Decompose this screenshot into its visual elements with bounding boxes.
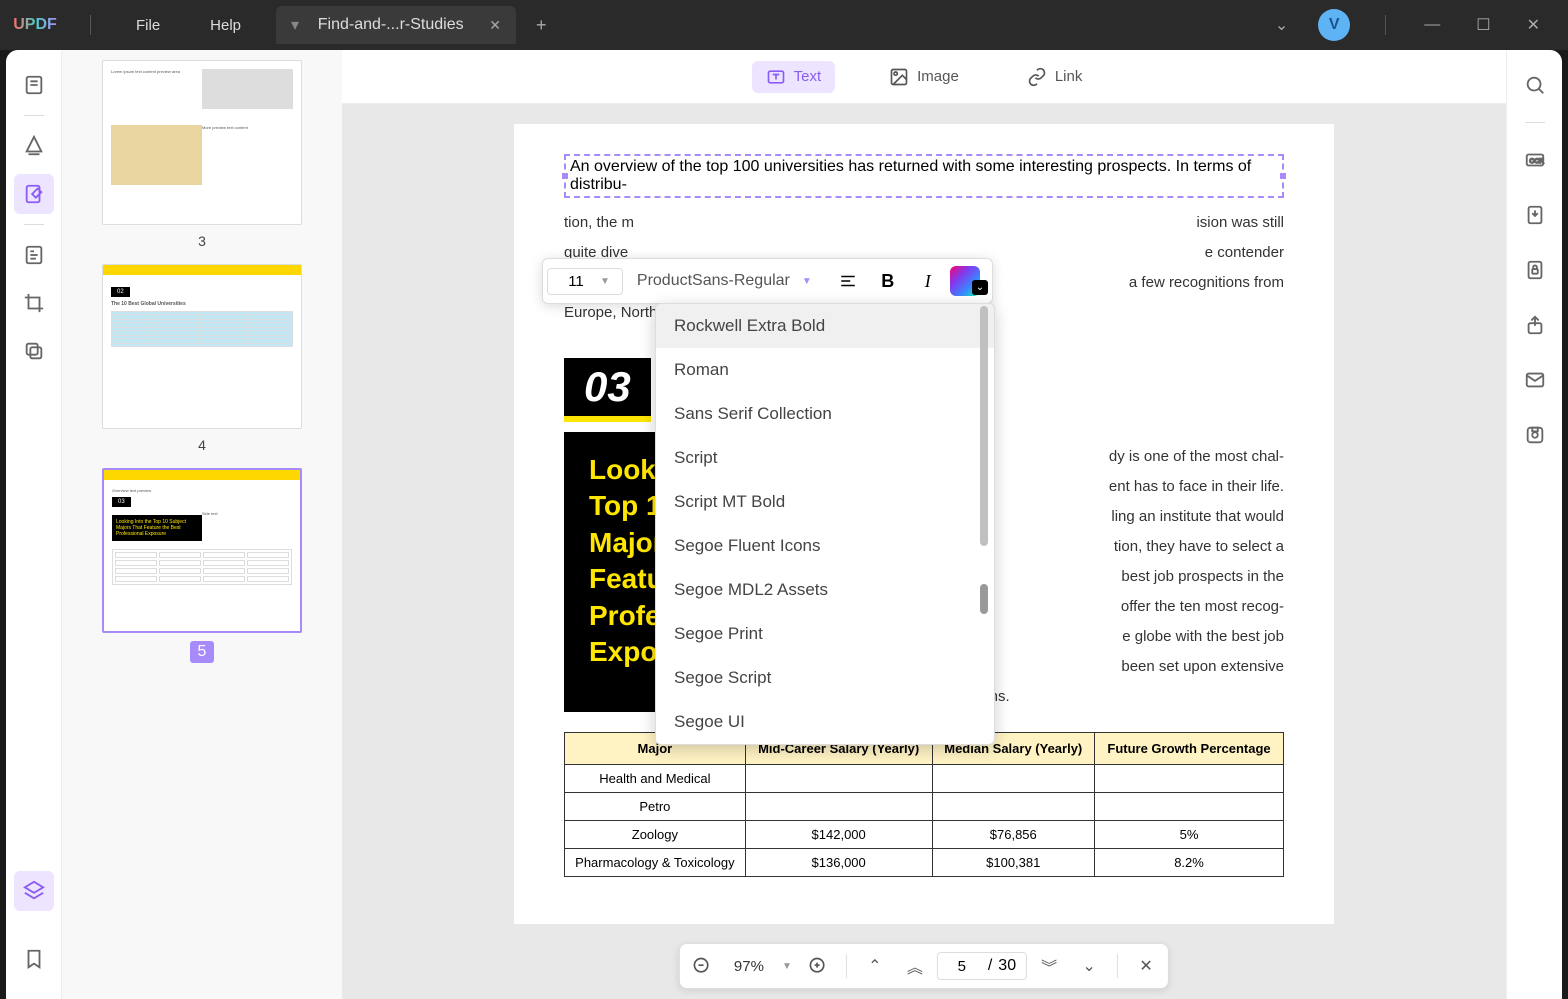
pages-tool[interactable] [14,235,54,275]
zoom-dropdown-icon[interactable]: ▼ [778,961,796,972]
data-table: Major Mid-Career Salary (Yearly) Median … [564,732,1284,877]
app-logo: UPDF [0,16,70,34]
close-window-button[interactable]: ✕ [1509,15,1558,35]
table-row: Health and Medical [565,765,1284,793]
maximize-button[interactable]: ☐ [1458,15,1508,35]
share-tool[interactable] [1515,305,1555,345]
dropdown-icon[interactable]: ▼ [798,276,816,287]
page-control-bar: 97% ▼ ⌃ ︽ / 30 ︾ ⌄ ✕ [679,943,1169,989]
text-format-toolbar: 11 ▼ ProductSans-Regular ▼ B I ⌄ [542,258,993,304]
search-tool[interactable] [1515,65,1555,105]
zoom-in-button[interactable] [800,948,836,984]
italic-button[interactable]: I [910,263,946,299]
chevron-down-icon[interactable]: ⌄ [1260,15,1303,35]
table-row: Petro [565,793,1284,821]
font-option[interactable]: Rockwell Extra Bold [656,304,994,348]
table-row: Pharmacology & Toxicology$136,000$100,38… [565,849,1284,877]
thumbnail[interactable]: 02The 10 Best Global Universities 4 [102,264,302,453]
menu-help[interactable]: Help [185,17,266,34]
save-tool[interactable] [1515,415,1555,455]
dropdown-icon[interactable]: ▼ [596,276,614,287]
align-button[interactable] [830,263,866,299]
font-size-input[interactable]: 11 ▼ [547,268,623,295]
divider [90,15,91,35]
bookmark-tool[interactable] [14,939,54,979]
font-option[interactable]: Segoe Print [656,612,994,656]
font-option[interactable]: Sans Serif Collection [656,392,994,436]
titlebar: UPDF File Help ▾ Find-and-...r-Studies ✕… [0,0,1568,50]
zoom-out-button[interactable] [684,948,720,984]
image-icon [889,67,909,87]
font-option[interactable]: Segoe Script [656,656,994,700]
ocr-tool[interactable]: OCR [1515,140,1555,180]
page-input[interactable]: / 30 [937,952,1027,980]
last-page-button[interactable]: ⌄ [1071,948,1107,984]
thumbnails-panel: Lorem ipsum text content preview areaMor… [62,50,342,999]
bold-button[interactable]: B [870,263,906,299]
copy-tool[interactable] [14,331,54,371]
font-option[interactable]: Segoe Fluent Icons [656,524,994,568]
close-bar-button[interactable]: ✕ [1128,948,1164,984]
font-option[interactable]: Segoe MDL2 Assets [656,568,994,612]
table-row: Zoology$142,000$76,8565% [565,821,1284,849]
scrollbar[interactable] [980,304,992,744]
protect-tool[interactable] [1515,250,1555,290]
edit-tool[interactable] [14,174,54,214]
tab-dropdown-icon[interactable]: ▾ [291,15,299,35]
font-option[interactable]: Segoe UI [656,700,994,744]
document-tab[interactable]: ▾ Find-and-...r-Studies ✕ [276,6,516,44]
email-tool[interactable] [1515,360,1555,400]
layers-tool[interactable] [14,871,54,911]
left-toolbar [6,50,62,999]
right-toolbar: OCR [1506,50,1562,999]
thumbnail[interactable]: Lorem ipsum text content preview areaMor… [102,60,302,249]
color-dropdown-icon[interactable]: ⌄ [972,280,988,295]
crop-tool[interactable] [14,283,54,323]
font-dropdown-menu: Rockwell Extra Bold Roman Sans Serif Col… [655,303,995,745]
close-tab-icon[interactable]: ✕ [489,17,501,34]
font-option[interactable]: Script MT Bold [656,480,994,524]
edit-toolbar: Text Image Link [342,50,1506,104]
zoom-level: 97% [724,958,774,975]
user-avatar[interactable]: V [1318,9,1350,41]
reader-tool[interactable] [14,65,54,105]
thumbnail-current[interactable]: Overview text preview03Looking Into the … [102,468,302,663]
new-tab-button[interactable]: + [516,15,567,36]
first-page-button[interactable]: ⌃ [857,948,893,984]
section-number: 03 [564,358,651,422]
link-icon [1027,67,1047,87]
selected-text-block[interactable]: An overview of the top 100 universities … [564,154,1284,198]
menu-file[interactable]: File [111,17,185,34]
tab-title: Find-and-...r-Studies [318,16,464,34]
image-tool[interactable]: Image [875,61,973,93]
next-page-button[interactable]: ︾ [1031,948,1067,984]
minimize-button[interactable]: — [1406,16,1458,34]
document-area: Text Image Link An overview of the top 1… [342,50,1506,999]
link-tool[interactable]: Link [1013,61,1097,93]
highlight-tool[interactable] [14,126,54,166]
text-tool[interactable]: Text [752,61,836,93]
font-name-select[interactable]: ProductSans-Regular ▼ [627,268,826,294]
divider [1385,15,1386,35]
text-icon [766,67,786,87]
prev-page-button[interactable]: ︽ [897,948,933,984]
svg-text:OCR: OCR [1529,158,1544,165]
font-option[interactable]: Script [656,436,994,480]
convert-tool[interactable] [1515,195,1555,235]
font-option[interactable]: Roman [656,348,994,392]
